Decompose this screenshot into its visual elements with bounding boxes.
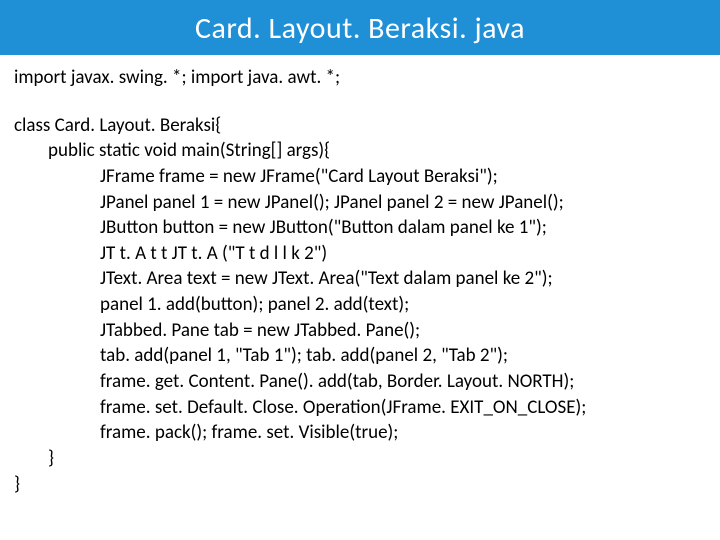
code-line: public static void main(String[] args){ xyxy=(14,138,706,164)
blank-line xyxy=(14,91,706,113)
slide-title: Card. Layout. Beraksi. java xyxy=(0,4,720,55)
code-line: import javax. swing. *; import java. awt… xyxy=(14,65,706,91)
code-line: panel 1. add(button); panel 2. add(text)… xyxy=(14,292,706,318)
code-line: } xyxy=(14,472,706,498)
slide: Card. Layout. Beraksi. java import javax… xyxy=(0,0,720,540)
code-line: frame. pack(); frame. set. Visible(true)… xyxy=(14,420,706,446)
code-line: JFrame frame = new JFrame("Card Layout B… xyxy=(14,164,706,190)
code-line: frame. get. Content. Pane(). add(tab, Bo… xyxy=(14,369,706,395)
code-line: frame. set. Default. Close. Operation(JF… xyxy=(14,395,706,421)
code-line: JT t. A t t JT t. A ("T t d l l k 2") xyxy=(14,241,706,267)
code-line: } xyxy=(14,446,706,472)
code-block: import javax. swing. *; import java. awt… xyxy=(0,55,720,497)
code-line: class Card. Layout. Beraksi{ xyxy=(14,113,706,139)
code-line: tab. add(panel 1, "Tab 1"); tab. add(pan… xyxy=(14,343,706,369)
code-line: JPanel panel 1 = new JPanel(); JPanel pa… xyxy=(14,190,706,216)
code-line: JTabbed. Pane tab = new JTabbed. Pane(); xyxy=(14,318,706,344)
code-line: JButton button = new JButton("Button dal… xyxy=(14,215,706,241)
code-line: JText. Area text = new JText. Area("Text… xyxy=(14,266,706,292)
